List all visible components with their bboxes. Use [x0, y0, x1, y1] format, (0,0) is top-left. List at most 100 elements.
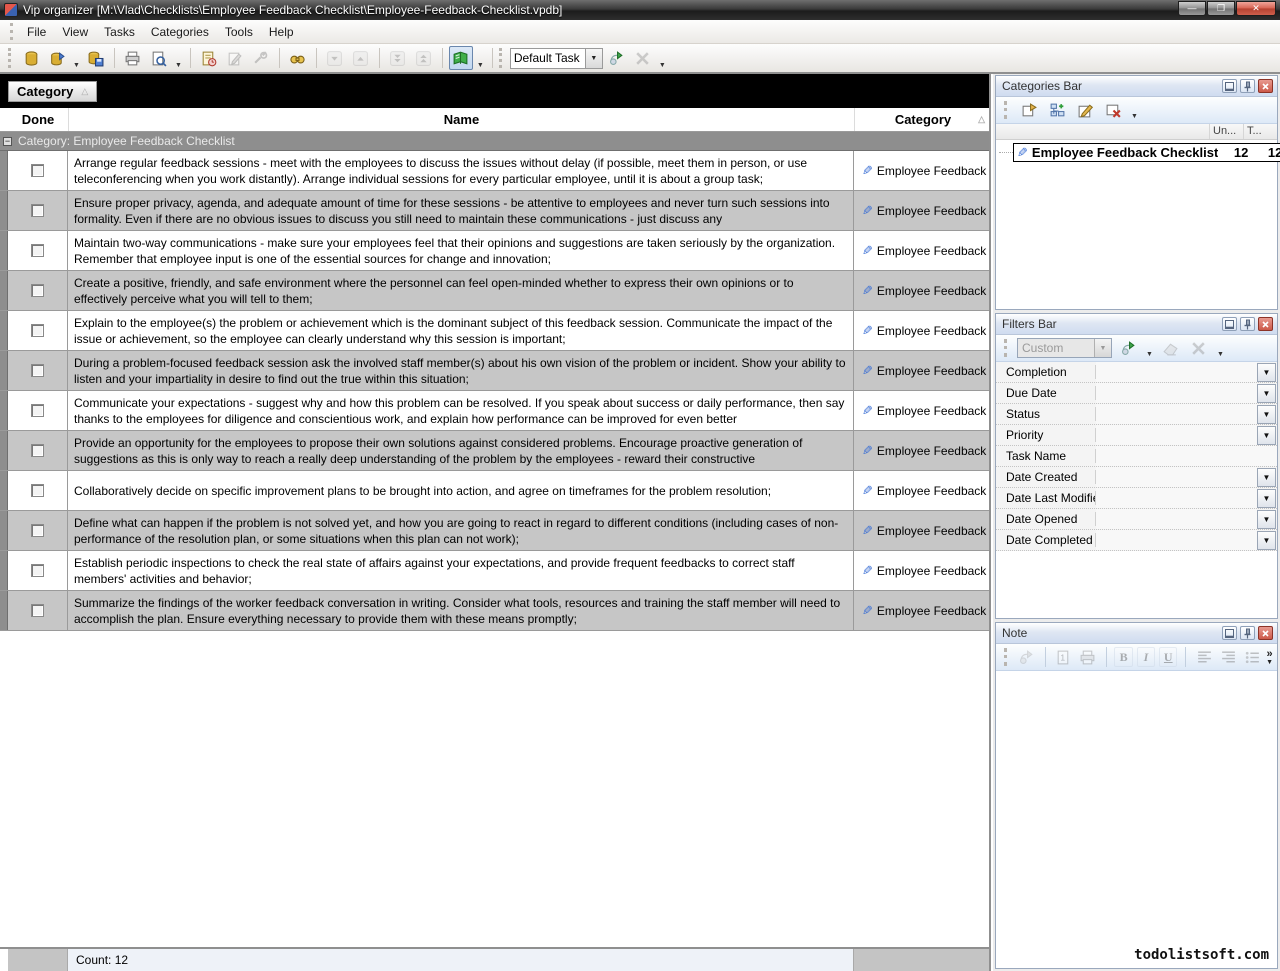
done-checkbox[interactable] — [31, 164, 44, 177]
column-header-category[interactable]: Category △ — [854, 108, 991, 131]
filter-dropdown-button[interactable]: ▼ — [1257, 363, 1276, 382]
notes-view-button[interactable] — [449, 46, 473, 70]
find-button[interactable] — [286, 46, 310, 70]
panel-close-icon[interactable] — [1258, 317, 1273, 331]
filter-value-field[interactable] — [1096, 383, 1257, 403]
group-by-category-button[interactable]: Category △ — [8, 81, 97, 102]
toolbar-grip[interactable] — [8, 48, 11, 68]
print-note-icon[interactable] — [1078, 645, 1098, 669]
new-category-button[interactable] — [1017, 98, 1041, 122]
move-down-button[interactable] — [323, 46, 347, 70]
align-left-icon[interactable] — [1194, 645, 1214, 669]
save-database-button[interactable] — [84, 46, 108, 70]
category-group-row[interactable]: − Category: Employee Feedback Checklist — [0, 132, 989, 151]
move-to-bottom-button[interactable] — [386, 46, 410, 70]
table-row[interactable]: Explain to the employee(s) the problem o… — [0, 311, 989, 351]
filter-value-field[interactable] — [1096, 509, 1257, 529]
task-type-dropdown-arrow[interactable]: ▼ — [585, 49, 602, 68]
table-row[interactable]: Maintain two-way communications - make s… — [0, 231, 989, 271]
filter-dropdown-button[interactable]: ▼ — [1257, 510, 1276, 529]
move-to-top-button[interactable] — [412, 46, 436, 70]
menu-view[interactable]: View — [54, 22, 96, 42]
panel-close-icon[interactable] — [1258, 626, 1273, 640]
menu-tools[interactable]: Tools — [217, 22, 261, 42]
done-checkbox[interactable] — [31, 324, 44, 337]
filter-dropdown-button[interactable]: ▼ — [1257, 468, 1276, 487]
toolbar-grip-2[interactable] — [499, 48, 502, 68]
filter-dropdown-button[interactable]: ▼ — [1257, 405, 1276, 424]
apply-task-type-button[interactable] — [605, 46, 629, 70]
table-row[interactable]: Communicate your expectations - suggest … — [0, 391, 989, 431]
table-row[interactable]: Collaboratively decide on specific impro… — [0, 471, 989, 511]
italic-button[interactable]: I — [1137, 647, 1155, 667]
panel-pin-icon[interactable] — [1240, 626, 1255, 640]
column-header-uncompleted[interactable]: Un... — [1209, 124, 1243, 139]
print-preview-button[interactable] — [147, 46, 171, 70]
clear-task-type-button[interactable] — [631, 46, 655, 70]
print-preview-dropdown[interactable]: ▼ — [173, 62, 184, 69]
table-row[interactable]: Arrange regular feedback sessions - meet… — [0, 151, 989, 191]
filter-dropdown-button[interactable]: ▼ — [1257, 489, 1276, 508]
filter-value-field[interactable] — [1096, 446, 1277, 466]
filter-dropdown-button[interactable]: ▼ — [1257, 531, 1276, 550]
underline-button[interactable]: U — [1159, 647, 1177, 667]
insert-link-icon[interactable] — [1017, 645, 1037, 669]
note-editor[interactable]: todolistsoft.com — [996, 671, 1277, 967]
minimize-button[interactable]: — — [1178, 1, 1206, 16]
panel-minimize-icon[interactable] — [1222, 626, 1237, 640]
filter-value-field[interactable] — [1096, 467, 1257, 487]
table-row[interactable]: Create a positive, friendly, and safe en… — [0, 271, 989, 311]
column-header-name[interactable]: Name — [68, 108, 854, 131]
collapse-group-icon[interactable]: − — [3, 137, 12, 146]
move-up-button[interactable] — [349, 46, 373, 70]
panel-pin-icon[interactable] — [1240, 317, 1255, 331]
bullet-list-icon[interactable] — [1242, 645, 1262, 669]
categories-toolbar-dropdown[interactable]: ▼ — [1129, 113, 1140, 120]
close-button[interactable]: ✕ — [1236, 1, 1276, 16]
done-checkbox[interactable] — [31, 364, 44, 377]
done-checkbox[interactable] — [31, 564, 44, 577]
task-type-combobox[interactable]: Default Task ▼ — [510, 48, 603, 69]
menu-file[interactable]: File — [19, 22, 54, 42]
table-row[interactable]: Summarize the findings of the worker fee… — [0, 591, 989, 631]
clear-filter-button[interactable] — [1159, 336, 1183, 360]
edit-category-button[interactable] — [1073, 98, 1097, 122]
menu-categories[interactable]: Categories — [143, 22, 217, 42]
note-toolbar-overflow[interactable]: » ▼ — [1266, 649, 1273, 666]
save-filter-dropdown[interactable]: ▼ — [1144, 351, 1155, 358]
save-filter-button[interactable] — [1116, 336, 1140, 360]
table-row[interactable]: Define what can happen if the problem is… — [0, 511, 989, 551]
column-header-total[interactable]: T... — [1243, 124, 1277, 139]
table-row[interactable]: Ensure proper privacy, agenda, and adequ… — [0, 191, 989, 231]
delete-filter-button[interactable] — [1187, 336, 1211, 360]
restore-button[interactable]: ❐ — [1207, 1, 1235, 16]
new-task-button[interactable] — [197, 46, 221, 70]
filters-toolbar-dropdown[interactable]: ▼ — [1215, 351, 1226, 358]
done-checkbox[interactable] — [31, 284, 44, 297]
done-checkbox[interactable] — [31, 204, 44, 217]
menu-grip[interactable] — [10, 23, 13, 39]
panel-minimize-icon[interactable] — [1222, 317, 1237, 331]
bold-button[interactable]: B — [1114, 647, 1132, 667]
filter-preset-combobox[interactable]: Custom ▼ — [1017, 338, 1112, 358]
done-checkbox[interactable] — [31, 524, 44, 537]
delete-category-button[interactable] — [1101, 98, 1125, 122]
panel-close-icon[interactable] — [1258, 79, 1273, 93]
category-tree-item[interactable]: ✎ Employee Feedback Checklist 12 12 — [996, 143, 1277, 162]
table-row[interactable]: Provide an opportunity for the employees… — [0, 431, 989, 471]
filter-value-field[interactable] — [1096, 425, 1257, 445]
done-checkbox[interactable] — [31, 404, 44, 417]
panel-minimize-icon[interactable] — [1222, 79, 1237, 93]
filter-value-field[interactable] — [1096, 362, 1257, 382]
new-subcategory-button[interactable] — [1045, 98, 1069, 122]
filter-value-field[interactable] — [1096, 530, 1257, 550]
toolbar-overflow-dropdown[interactable]: ▼ — [657, 62, 668, 69]
align-right-icon[interactable] — [1218, 645, 1238, 669]
column-header-done[interactable]: Done — [8, 108, 68, 131]
menu-tasks[interactable]: Tasks — [96, 22, 143, 42]
print-button[interactable] — [121, 46, 145, 70]
filter-value-field[interactable] — [1096, 488, 1257, 508]
filter-dropdown-button[interactable]: ▼ — [1257, 426, 1276, 445]
task-tools-button[interactable] — [249, 46, 273, 70]
filter-value-field[interactable] — [1096, 404, 1257, 424]
